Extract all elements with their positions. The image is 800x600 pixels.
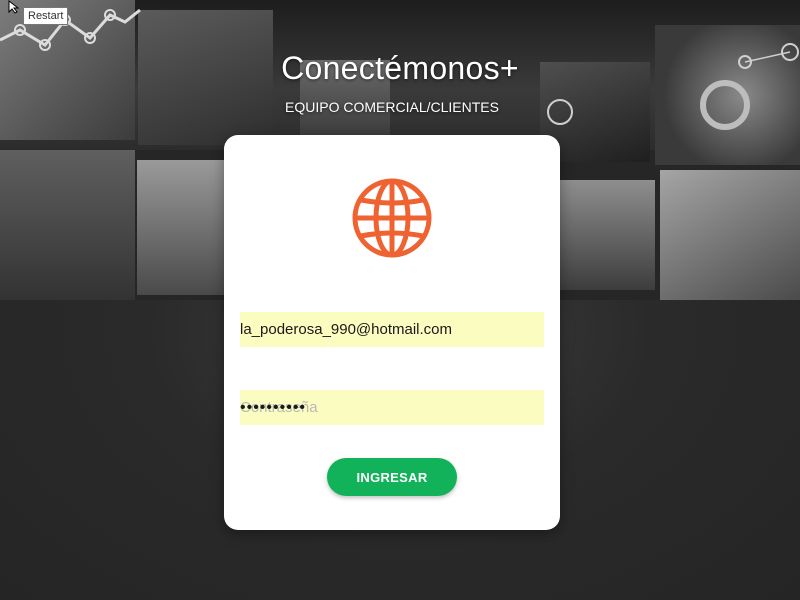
login-button[interactable]: INGRESAR bbox=[327, 458, 457, 496]
login-card: Contraseña INGRESAR bbox=[224, 135, 560, 530]
email-field[interactable] bbox=[240, 312, 544, 347]
globe-icon bbox=[352, 178, 432, 258]
background-panel bbox=[137, 160, 232, 295]
cursor-icon bbox=[8, 0, 20, 14]
app-subtitle: EQUIPO COMERCIAL/CLIENTES bbox=[285, 99, 499, 115]
app-title: Conectémonos+ bbox=[281, 50, 519, 86]
restart-tooltip: Restart bbox=[23, 7, 69, 25]
background-panel bbox=[660, 170, 800, 300]
password-field[interactable] bbox=[240, 390, 544, 425]
background-panel bbox=[560, 180, 655, 290]
